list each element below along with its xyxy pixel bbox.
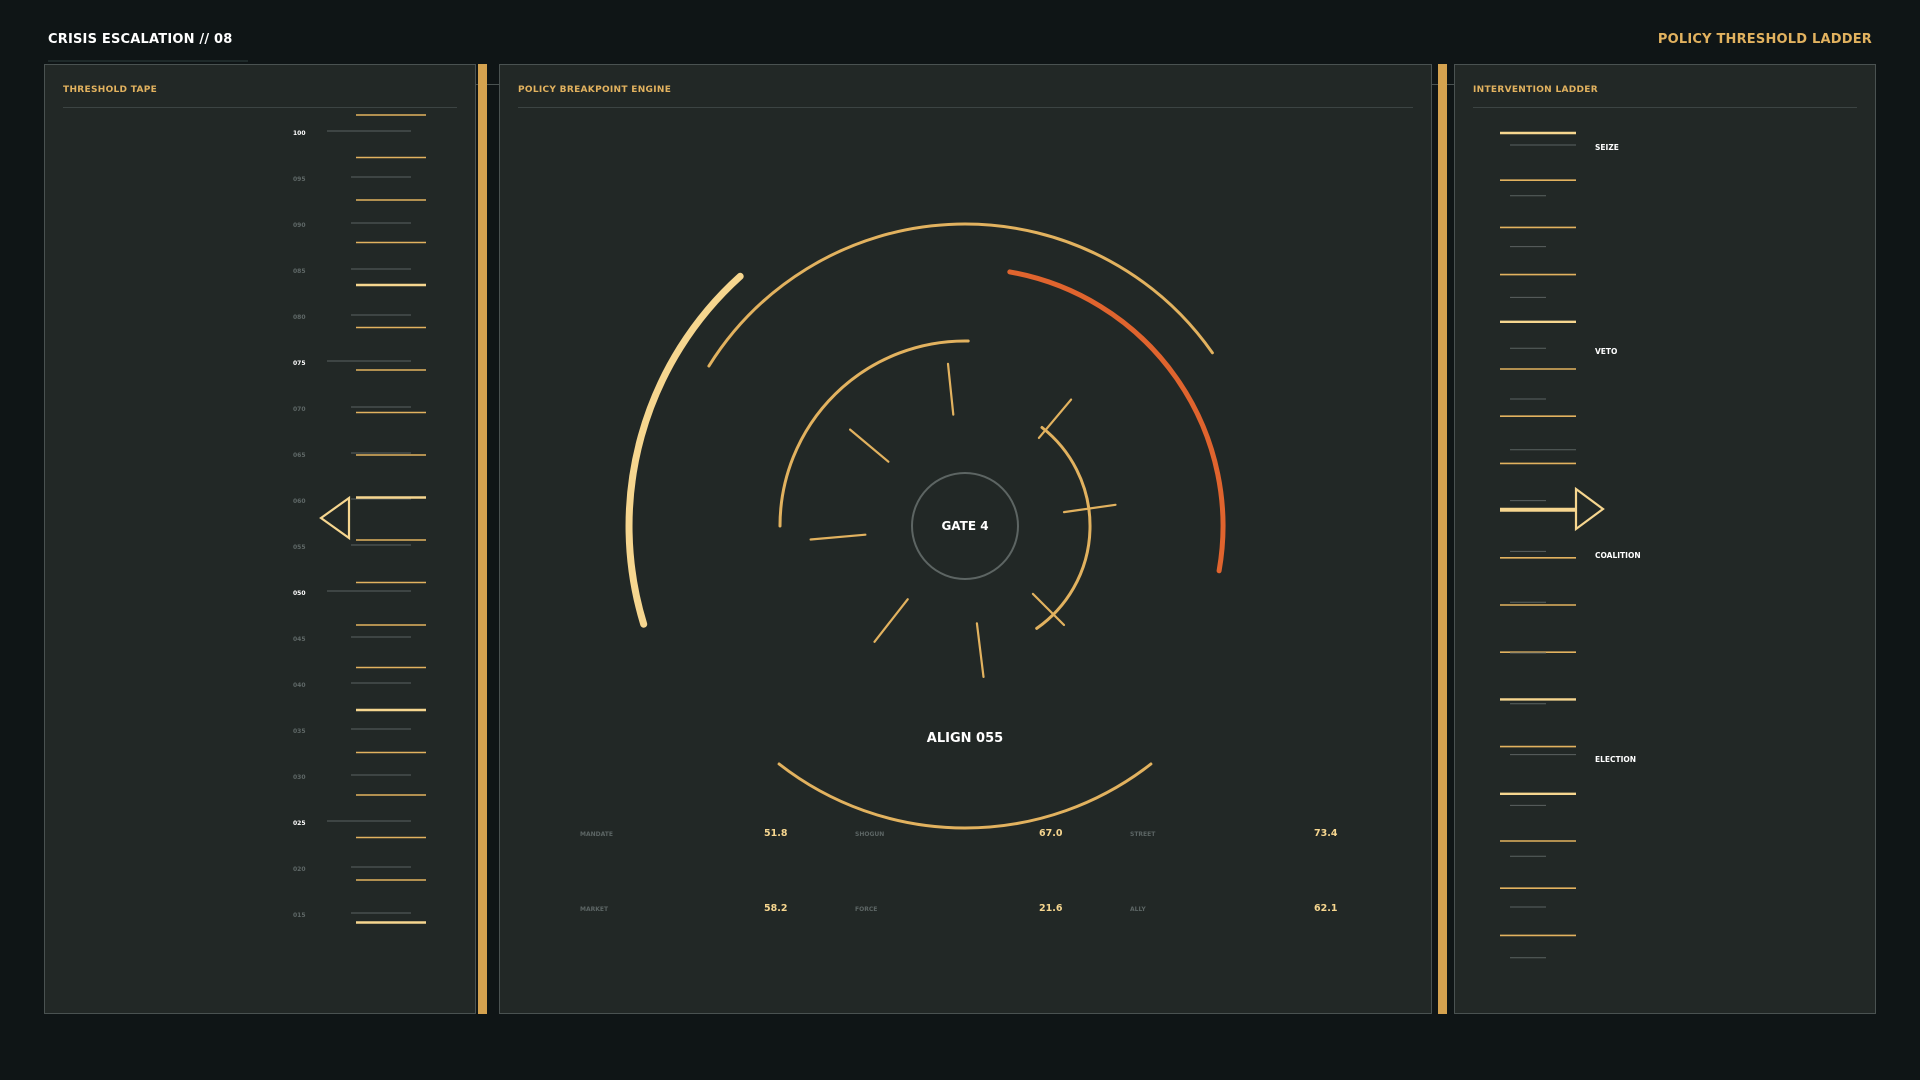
dial-spoke (849, 428, 890, 463)
metric-value-mandate: 51.8 (764, 828, 788, 839)
inner-ring-arc (1035, 426, 1092, 630)
tape-tick-label: 090 (293, 222, 306, 229)
metric-value-ally: 62.1 (1314, 903, 1338, 914)
tape-tick-label: 070 (293, 406, 306, 413)
metric-value-market: 58.2 (764, 903, 788, 914)
ladder-rail[interactable] (1438, 64, 1447, 1014)
metric-label-street: STREET (1130, 831, 1156, 838)
metric-label-shogun: SHOGUN (855, 831, 885, 838)
tape-tick-label: 015 (293, 912, 306, 919)
breakpoint-engine-panel: POLICY BREAKPOINT ENGINE GATE 4 ALIGN 05… (499, 64, 1432, 1014)
dial-spoke (809, 533, 867, 541)
metric-label-ally: ALLY (1130, 906, 1146, 913)
tape-tick-label: 030 (293, 774, 306, 781)
metric-label-force: FORCE (855, 906, 878, 913)
outer-ring-arc (777, 762, 1153, 830)
section-title: POLICY THRESHOLD LADDER (1657, 32, 1872, 47)
breakpoint-dial[interactable]: GATE 4 ALIGN 055 (500, 65, 1433, 1015)
pressure-band-arc (625, 272, 744, 628)
threshold-tape-panel: THRESHOLD TAPE 100 095 090 085 080 075 070 065 0… (44, 64, 476, 1014)
tape-tick-label: 035 (293, 728, 306, 735)
tape-tick-label: 020 (293, 866, 306, 873)
ladder-label: VETO (1595, 347, 1617, 356)
app-title: CRISIS ESCALATION // 08 (48, 32, 233, 47)
tape-tick-label: 045 (293, 636, 306, 643)
dial-spoke (1037, 398, 1073, 439)
metric-label-market: MARKET (580, 906, 609, 913)
tape-tick-label: 100 (293, 130, 306, 137)
tape-tick-label: 050 (293, 590, 306, 597)
metric-value-shogun: 67.0 (1039, 828, 1063, 839)
dial-spoke (873, 598, 909, 643)
ladder-label: ELECTION (1595, 755, 1636, 764)
tape-tick-label: 080 (293, 314, 306, 321)
metric-value-force: 21.6 (1039, 903, 1063, 914)
gate-label: GATE 4 (941, 519, 988, 533)
dial-spoke (975, 622, 985, 679)
tape-tick-label: 085 (293, 268, 306, 275)
tape-tick-label: 040 (293, 682, 306, 689)
ladder-label: SEIZE (1595, 143, 1619, 152)
tape-tick-label: 025 (293, 820, 306, 827)
tape-pointer-icon (319, 495, 351, 541)
metric-value-street: 73.4 (1314, 828, 1338, 839)
threshold-tape-scale[interactable]: 100 095 090 085 080 075 070 065 060 055 050 045 040 0… (45, 65, 477, 1015)
ladder-label: COALITION (1595, 551, 1641, 560)
metric-label-mandate: MANDATE (580, 831, 613, 838)
tape-tick-label: 060 (293, 498, 306, 505)
critical-band-arc (1007, 269, 1226, 574)
inner-ring-arc (778, 339, 970, 528)
tape-tick-label: 055 (293, 544, 306, 551)
tape-tick-label: 095 (293, 176, 306, 183)
ladder-pointer-icon (1574, 486, 1605, 532)
outer-ring-arc (707, 222, 1214, 368)
title-underline (48, 60, 248, 62)
align-label: ALIGN 055 (927, 731, 1003, 746)
tape-tick-label: 065 (293, 452, 306, 459)
tape-rail[interactable] (478, 64, 487, 1014)
intervention-ladder-panel: INTERVENTION LADDER SEIZE VETO COALITION EL… (1454, 64, 1876, 1014)
tape-tick-label: 075 (293, 360, 306, 367)
dial-spoke (946, 362, 955, 416)
intervention-ladder-scale[interactable]: SEIZE VETO COALITION ELECTION (1455, 65, 1877, 1015)
